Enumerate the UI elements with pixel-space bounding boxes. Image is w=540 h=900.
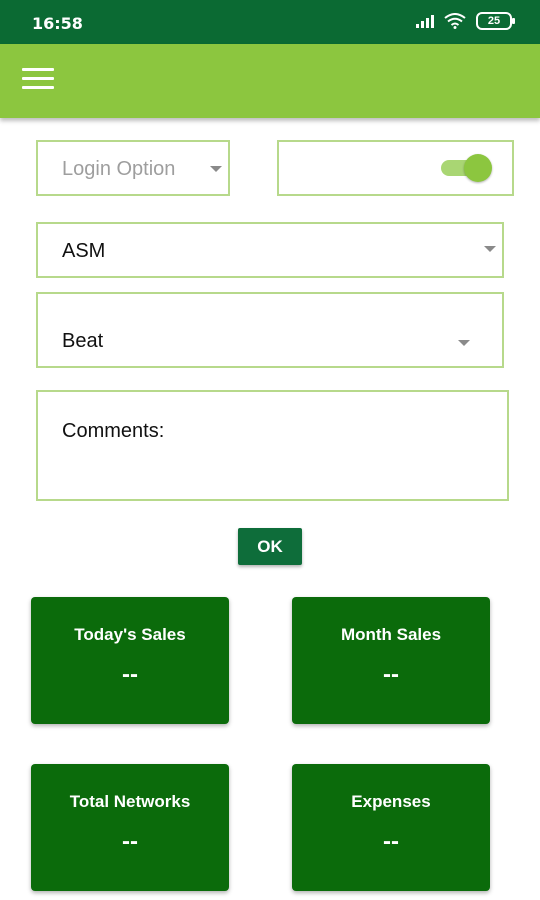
status-time: 16:58 <box>32 14 83 33</box>
asm-dropdown[interactable]: ASM <box>36 222 504 278</box>
comments-label: Comments: <box>62 420 165 442</box>
ok-button[interactable]: OK <box>238 528 302 565</box>
todays-sales-card[interactable]: Today's Sales -- <box>31 597 229 724</box>
caret-down-icon <box>210 166 222 172</box>
signal-icon <box>416 14 434 28</box>
battery-level: 25 <box>487 15 501 27</box>
login-option-dropdown[interactable]: Login Option <box>36 140 230 196</box>
toggle-thumb <box>464 154 492 182</box>
caret-down-icon <box>484 246 496 252</box>
card-title: Total Networks <box>69 792 191 811</box>
beat-dropdown[interactable]: Beat <box>36 292 504 368</box>
app-bar <box>0 44 540 118</box>
card-value: -- <box>383 661 399 688</box>
status-bar: 16:58 25 <box>0 0 540 44</box>
asm-value: ASM <box>62 240 106 262</box>
card-value: -- <box>122 828 138 855</box>
card-value: -- <box>122 661 138 688</box>
comments-field[interactable]: Comments: <box>36 390 509 501</box>
battery-icon: 25 <box>476 12 515 30</box>
expenses-card[interactable]: Expenses -- <box>292 764 490 891</box>
status-icons: 25 <box>416 12 515 30</box>
beat-value: Beat <box>62 330 104 352</box>
login-option-label: Login Option <box>62 158 176 180</box>
card-value: -- <box>383 828 399 855</box>
card-title: Month Sales <box>340 625 442 644</box>
card-title: Today's Sales <box>74 625 186 644</box>
caret-down-icon <box>458 340 470 346</box>
menu-icon[interactable] <box>22 68 54 92</box>
total-networks-card[interactable]: Total Networks -- <box>31 764 229 891</box>
wifi-icon <box>444 13 466 29</box>
month-sales-card[interactable]: Month Sales -- <box>292 597 490 724</box>
card-title: Expenses <box>351 792 431 811</box>
toggle-container <box>277 140 514 196</box>
